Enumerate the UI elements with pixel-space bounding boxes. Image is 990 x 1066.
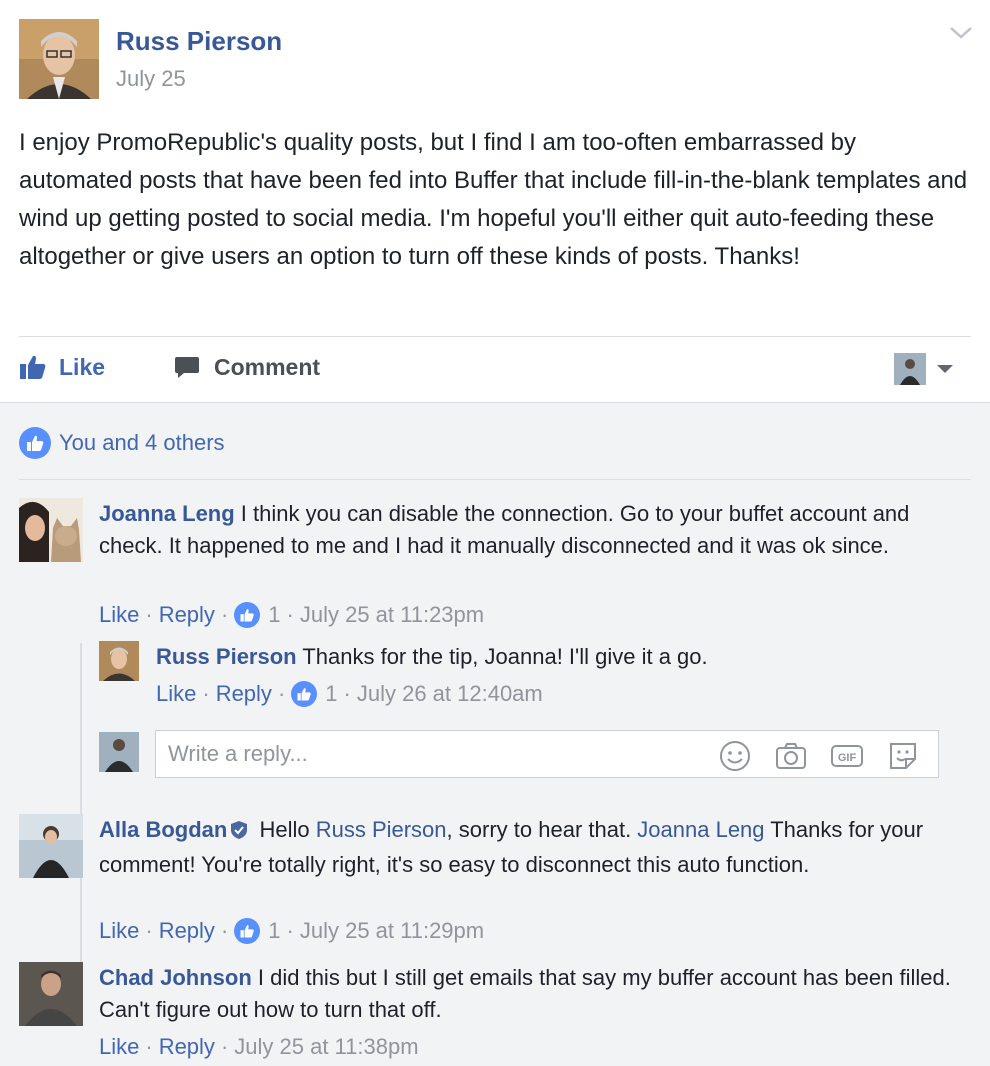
comment-body: Chad Johnson I did this but I still get … — [99, 962, 959, 1026]
commenter-name[interactable]: Alla Bogdan — [99, 817, 227, 842]
thumbs-up-icon — [20, 355, 46, 379]
separator: · — [145, 918, 153, 943]
comment-meta: Like · Reply · July 25 at 11:38pm — [99, 1034, 419, 1060]
mention-link[interactable]: Russ Pierson — [316, 817, 447, 842]
divider — [19, 336, 971, 337]
separator: · — [220, 1034, 229, 1059]
separator: · — [220, 602, 229, 627]
commenter-name[interactable]: Russ Pierson — [156, 644, 297, 669]
separator: · — [286, 602, 294, 627]
comment-body: Russ Pierson Thanks for the tip, Joanna!… — [156, 641, 936, 673]
post-as-selector[interactable] — [894, 353, 954, 385]
mention-link[interactable]: Joanna Leng — [637, 817, 764, 842]
commenter-name[interactable]: Joanna Leng — [99, 501, 235, 526]
comment-time[interactable]: July 25 at 11:38pm — [234, 1034, 418, 1060]
comment-text: , sorry to hear that. — [446, 817, 638, 842]
like-reaction-icon — [291, 681, 318, 707]
post: Russ Pierson July 25 I enjoy PromoRepubl… — [0, 0, 990, 403]
separator: · — [286, 918, 294, 943]
comment-time[interactable]: July 25 at 11:23pm — [300, 602, 484, 628]
comment-body: Alla Bogdan Hello Russ Pierson, sorry to… — [99, 814, 959, 881]
comments-section: You and 4 others Joanna Leng I think you… — [0, 403, 990, 1066]
comment-time[interactable]: July 25 at 11:29pm — [300, 918, 484, 944]
separator: · — [343, 681, 351, 706]
comment-meta: Like · Reply · 1 · July 25 at 11:23pm — [99, 602, 484, 628]
author-name[interactable]: Russ Pierson — [116, 26, 282, 57]
commenter-avatar[interactable] — [19, 962, 83, 1026]
reply-placeholder: Write a reply... — [168, 741, 308, 766]
reactions-summary[interactable]: You and 4 others — [19, 427, 225, 459]
like-reaction-icon — [234, 918, 261, 944]
comment-icon — [175, 357, 199, 378]
separator: · — [202, 681, 210, 706]
comment-like-link[interactable]: Like — [99, 918, 139, 944]
comment-like-link[interactable]: Like — [99, 602, 139, 628]
caret-down-icon — [937, 365, 953, 373]
sticker-icon[interactable] — [886, 739, 920, 773]
divider — [19, 479, 971, 480]
reactions-text: You and 4 others — [59, 430, 225, 455]
chevron-down-icon[interactable] — [948, 22, 974, 42]
reply-input[interactable]: Write a reply... GIF — [155, 730, 939, 778]
commenter-avatar[interactable] — [19, 814, 83, 878]
verified-badge-icon — [229, 817, 249, 849]
comment-like-count[interactable]: 1 — [325, 681, 337, 707]
comment-meta: Like · Reply · 1 · July 25 at 11:29pm — [99, 918, 484, 944]
comment-like-link[interactable]: Like — [156, 681, 196, 707]
comment-like-link[interactable]: Like — [99, 1034, 139, 1060]
author-avatar[interactable] — [19, 19, 99, 99]
separator: · — [145, 1034, 153, 1059]
comment-label: Comment — [214, 353, 321, 380]
commenter-avatar[interactable] — [99, 641, 139, 681]
separator: · — [145, 602, 153, 627]
comment-like-count[interactable]: 1 — [268, 602, 280, 628]
comment-button[interactable]: Comment — [174, 350, 320, 384]
comment-text: Thanks for the tip, Joanna! I'll give it… — [296, 644, 708, 669]
post-date[interactable]: July 25 — [116, 66, 186, 92]
like-label: Like — [59, 353, 106, 380]
separator: · — [277, 681, 286, 706]
comment-reply-link[interactable]: Reply — [159, 918, 215, 944]
composer-avatar — [99, 732, 139, 772]
comment-time[interactable]: July 26 at 12:40am — [357, 681, 543, 707]
reply-thread-line — [80, 643, 82, 973]
reply-tools: GIF — [718, 739, 920, 773]
comment-reply-link[interactable]: Reply — [159, 1034, 215, 1060]
gif-icon[interactable]: GIF — [830, 739, 864, 773]
comment-like-count[interactable]: 1 — [268, 918, 280, 944]
commenter-avatar[interactable] — [19, 498, 83, 562]
like-button[interactable]: Like — [19, 350, 105, 384]
svg-text:GIF: GIF — [838, 752, 857, 764]
page-avatar — [894, 353, 926, 385]
comment-reply-link[interactable]: Reply — [159, 602, 215, 628]
comment-text: Hello — [253, 817, 316, 842]
post-text: I enjoy PromoRepublic's quality posts, b… — [19, 129, 968, 270]
like-reaction-icon — [19, 427, 51, 459]
comment-meta: Like · Reply · 1 · July 26 at 12:40am — [156, 681, 543, 707]
camera-icon[interactable] — [774, 739, 808, 773]
commenter-name[interactable]: Chad Johnson — [99, 965, 252, 990]
comment-body: Joanna Leng I think you can disable the … — [99, 498, 959, 562]
emoji-icon[interactable] — [718, 739, 752, 773]
comment-reply-link[interactable]: Reply — [216, 681, 272, 707]
like-reaction-icon — [234, 602, 261, 628]
separator: · — [220, 918, 229, 943]
